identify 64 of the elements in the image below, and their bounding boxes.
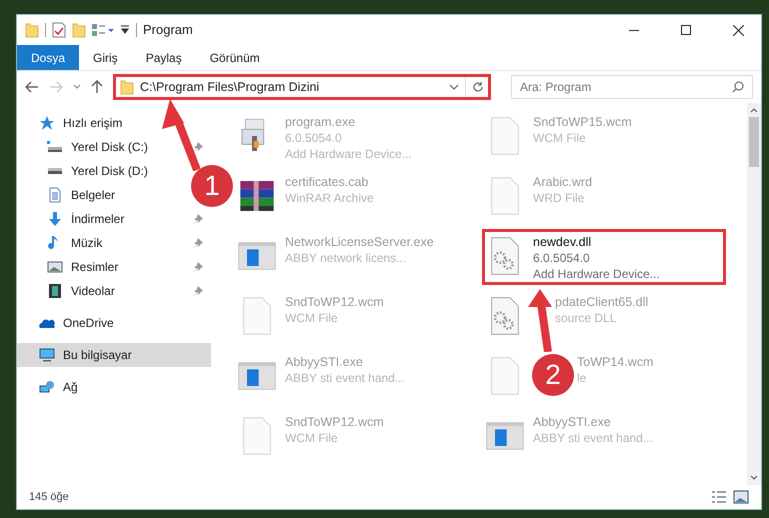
folder-icon (120, 79, 134, 95)
nav-item[interactable]: İndirmeler (47, 209, 124, 229)
recent-caret-icon[interactable] (73, 84, 81, 90)
nav-item[interactable]: Yerel Disk (C:) (47, 137, 148, 157)
nav-item[interactable]: Hızlı erişim (39, 113, 122, 133)
search-field[interactable]: Ara: Program (511, 75, 753, 99)
callout-arrow (528, 289, 554, 352)
large-icons-view-icon[interactable] (733, 490, 749, 504)
file-detail: 6.0.5054.0 (285, 130, 343, 146)
file-detail: WCM File (533, 130, 587, 146)
ribbon-tab[interactable]: Görünüm (196, 45, 274, 70)
ribbon-tab[interactable]: Dosya (17, 45, 80, 70)
file-name[interactable]: newdev.dll (533, 234, 592, 250)
dropdown-caret-icon[interactable] (449, 84, 459, 90)
nav-item[interactable]: OneDrive (39, 313, 114, 333)
view-list-icon[interactable] (92, 23, 114, 37)
search-input[interactable]: Ara: Program (520, 78, 732, 96)
address-bar[interactable]: C:\Program Files\Program Dizini (113, 74, 491, 100)
refresh-icon[interactable] (472, 81, 484, 93)
file-detail: Add Hardware Device... (533, 266, 660, 282)
nav-item[interactable]: Bu bilgisayar (39, 345, 132, 365)
item-count: 145 öğe (29, 490, 70, 505)
callout-arrow (160, 99, 200, 171)
scrollbar[interactable] (747, 103, 761, 485)
star-icon (39, 115, 55, 131)
properties-check-icon[interactable] (52, 22, 66, 38)
file-detail: Add Hardware Device... (285, 146, 412, 162)
nav-item[interactable]: Müzik (47, 233, 102, 253)
file-detail: 6.0.5054.0 (533, 250, 591, 266)
up-arrow-icon[interactable] (91, 80, 103, 94)
file-detail: WRD File (533, 190, 586, 206)
file-detail: ABBY network licens... (285, 250, 408, 266)
file-detail: ABBY sti event hand... (285, 370, 405, 386)
ribbon-tab[interactable]: Giriş (79, 45, 132, 70)
new-folder-icon (72, 22, 86, 38)
download-arrow-icon (47, 211, 63, 227)
file-detail: le (577, 370, 588, 386)
nav-item[interactable]: Yerel Disk (D:) (47, 161, 148, 181)
drive-icon (47, 141, 63, 153)
window-title: Program (143, 21, 194, 40)
drive-icon (47, 168, 63, 174)
file-detail: WCM File (285, 310, 339, 326)
monitor-icon (39, 347, 55, 363)
nav-item[interactable]: Resimler (47, 257, 118, 277)
close-icon (732, 24, 744, 36)
picture-icon (47, 259, 63, 275)
ribbon-tab[interactable]: Paylaş (132, 45, 196, 70)
file-detail: WCM File (285, 430, 339, 446)
folder-icon (25, 22, 39, 38)
film-icon (47, 283, 63, 299)
file-detail: ABBY sti event hand... (533, 430, 653, 446)
nav-item[interactable]: Ağ (39, 377, 78, 397)
file-detail: WinRAR Archive (285, 190, 374, 206)
address-path: C:\Program Files\Program Dizini (140, 78, 320, 96)
network-icon (39, 379, 55, 395)
search-icon (732, 81, 744, 93)
document-icon (47, 187, 63, 203)
scroll-thumb[interactable] (749, 117, 759, 167)
back-arrow-icon[interactable] (25, 81, 39, 93)
dropdown-caret-icon[interactable] (120, 25, 130, 35)
nav-item[interactable]: Belgeler (47, 185, 116, 205)
details-view-icon[interactable] (711, 490, 727, 504)
nav-item[interactable]: Videolar (47, 281, 115, 301)
file-detail: source DLL (555, 310, 618, 326)
